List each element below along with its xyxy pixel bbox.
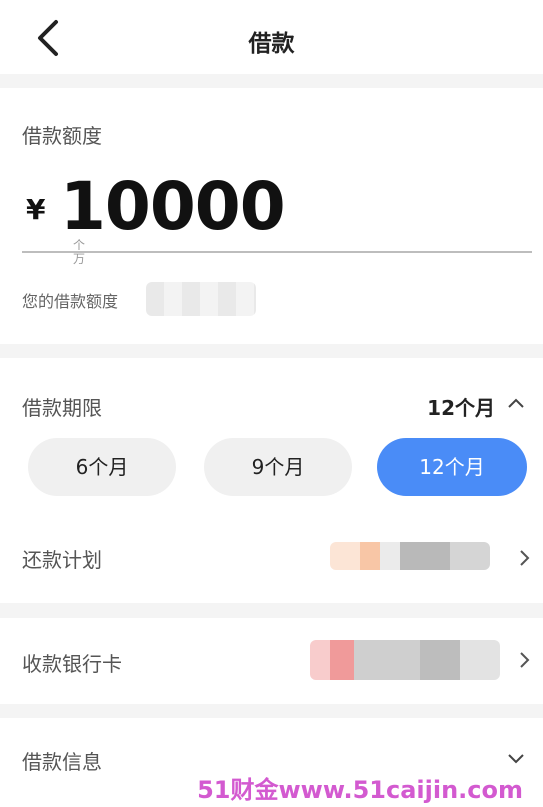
amount-label: 借款额度 — [22, 124, 102, 148]
blurred-plan-value — [330, 542, 490, 570]
repayment-plan-label[interactable]: 还款计划 — [22, 544, 102, 573]
amount-input[interactable]: 10000 — [60, 168, 286, 245]
term-selected-value[interactable]: 12个月 — [427, 392, 495, 421]
chevron-up-icon[interactable] — [507, 396, 525, 410]
limit-text: 您的借款额度 — [22, 292, 119, 311]
currency-symbol: ¥ — [26, 193, 46, 226]
bank-card-row[interactable]: 收款银行卡 — [0, 618, 543, 704]
app-header: 借款 — [0, 0, 543, 74]
term-option-6[interactable]: 6个月 — [28, 438, 176, 496]
term-label: 借款期限 — [22, 396, 102, 420]
watermark: 51财金www.51caijin.com — [197, 776, 523, 804]
blurred-bank-value — [310, 640, 500, 680]
term-option-12[interactable]: 12个月 — [377, 438, 527, 496]
term-option-9[interactable]: 9个月 — [204, 438, 352, 496]
page-title: 借款 — [248, 31, 295, 57]
loan-info-label: 借款信息 — [22, 750, 102, 774]
chevron-down-icon[interactable] — [507, 752, 525, 766]
chevron-right-icon[interactable] — [517, 548, 531, 568]
amount-underline — [22, 251, 532, 253]
term-card: 借款期限 12个月 6个月 9个月 12个月 还款计划 — [0, 358, 543, 603]
chevron-right-icon[interactable] — [517, 650, 531, 670]
bank-card-label: 收款银行卡 — [22, 652, 122, 676]
blurred-limit-value — [146, 282, 256, 316]
loan-info-row[interactable]: 借款信息 51财金www.51caijin.com — [0, 718, 543, 807]
amount-card: 借款额度 ¥ 10000 个万 您的借款额度 — [0, 88, 543, 344]
